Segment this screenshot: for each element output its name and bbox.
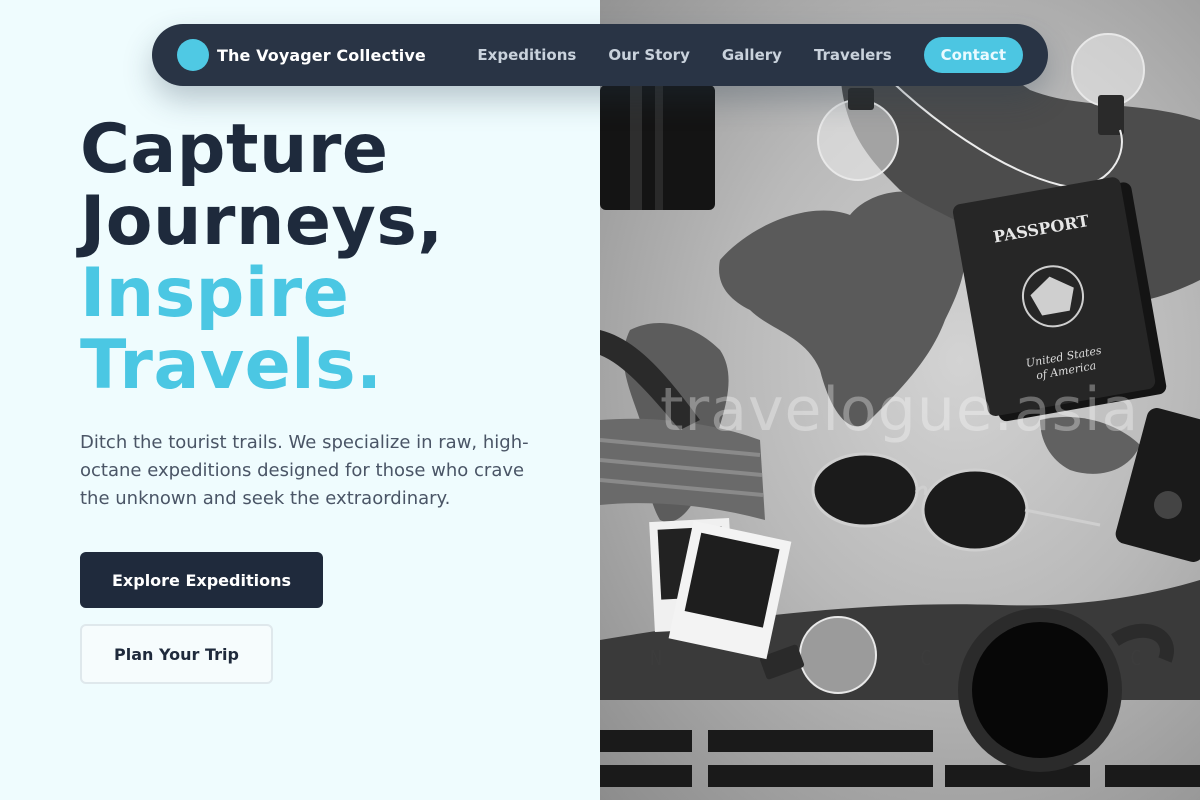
camera-lens-ring	[655, 85, 663, 210]
map-scratch-bar	[708, 730, 933, 752]
coffee	[972, 622, 1108, 758]
nav-link-travelers[interactable]: Travelers	[814, 46, 892, 64]
photo-watermark: travelogue.asia	[660, 375, 1140, 445]
bulb-socket	[1098, 95, 1124, 135]
plan-your-trip-button[interactable]: Plan Your Trip	[80, 624, 273, 684]
navbar: The Voyager Collective Expeditions Our S…	[152, 24, 1048, 86]
sunglasses-lens	[811, 452, 919, 528]
brand-name: The Voyager Collective	[217, 45, 426, 65]
sunglasses-arm	[1024, 508, 1101, 527]
light-bulb	[799, 616, 877, 694]
headline-accent-line: Inspire	[80, 254, 350, 333]
polaroid-image	[684, 532, 780, 628]
map-scratch-bar	[600, 730, 692, 752]
nav-link-expeditions[interactable]: Expeditions	[477, 46, 576, 64]
hero-photo: N T C C PASSPORT United States of Ameri	[600, 0, 1200, 800]
map-label: C	[920, 646, 932, 670]
map-scratch-bar	[1105, 765, 1200, 787]
nav-link-our-story[interactable]: Our Story	[608, 46, 690, 64]
headline-line: Capture	[80, 110, 389, 189]
headline-line: Journeys,	[80, 182, 444, 261]
map-scratch-bar	[708, 765, 933, 787]
brand-logo-icon	[177, 39, 209, 71]
headline-accent-line: Travels.	[80, 326, 383, 405]
hero-description: Ditch the tourist trails. We specialize …	[80, 432, 529, 509]
nav-links: Expeditions Our Story Gallery Travelers	[477, 46, 891, 64]
map-label: N	[650, 646, 662, 670]
hero-headline: Capture Journeys, Inspire Travels.	[80, 114, 580, 402]
contact-button[interactable]: Contact	[923, 37, 1023, 73]
hero-section: Capture Journeys, Inspire Travels. Ditch…	[80, 114, 580, 513]
camera-lens-ring	[630, 85, 642, 210]
brand[interactable]: The Voyager Collective	[177, 39, 426, 71]
map-label: C	[1130, 646, 1142, 670]
bulb-socket	[848, 88, 874, 110]
sunglasses-lens	[921, 468, 1029, 552]
nav-link-gallery[interactable]: Gallery	[722, 46, 782, 64]
map-scratch-bar	[600, 765, 692, 787]
camera-dial	[1154, 491, 1182, 519]
explore-expeditions-button[interactable]: Explore Expeditions	[80, 552, 323, 608]
light-bulb	[817, 99, 899, 181]
